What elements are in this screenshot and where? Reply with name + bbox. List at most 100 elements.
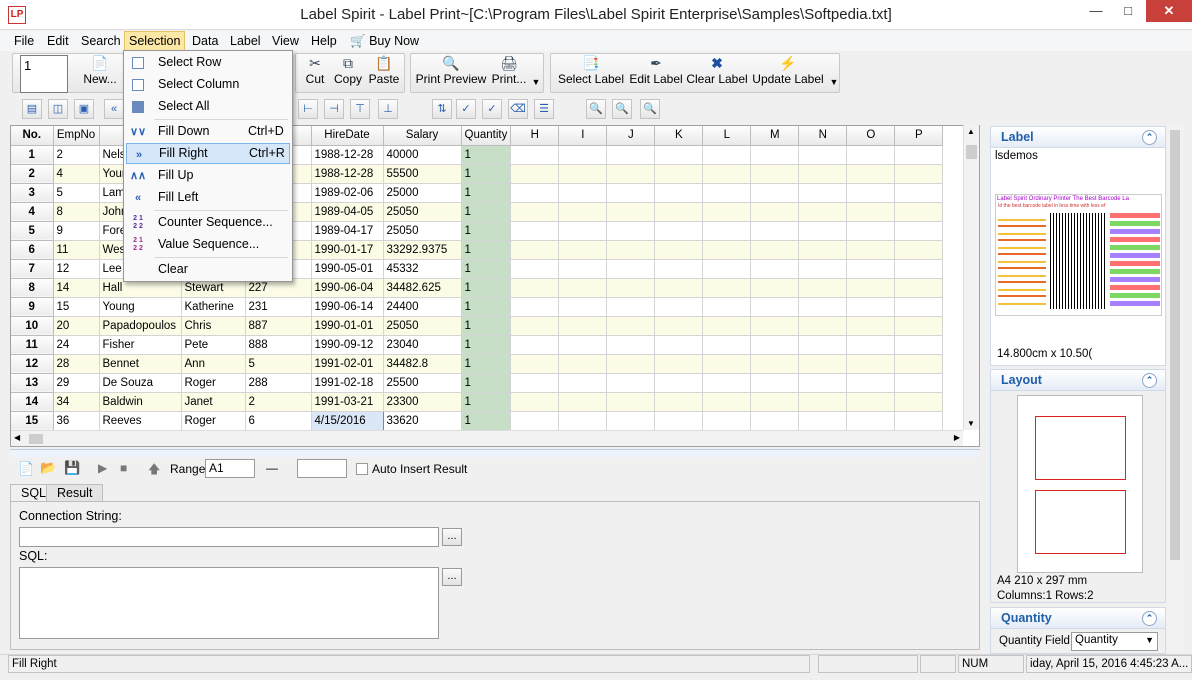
- print-button[interactable]: 🖨 Print...: [490, 54, 528, 90]
- menu-selection[interactable]: Selection: [124, 31, 186, 51]
- grid-cell[interactable]: 1990-09-12: [311, 335, 384, 355]
- grid-cell[interactable]: [702, 316, 752, 336]
- grid-cell[interactable]: [798, 411, 848, 431]
- grid-cell[interactable]: Roger: [181, 411, 246, 431]
- grid-cell[interactable]: [798, 392, 848, 412]
- grid-cell[interactable]: 1990-06-04: [311, 278, 384, 298]
- col-header-o[interactable]: O: [846, 126, 896, 146]
- grid-cell[interactable]: [510, 259, 560, 279]
- range-end-input[interactable]: [297, 459, 347, 478]
- open-folder-icon[interactable]: 📂: [40, 460, 56, 476]
- grid-cell[interactable]: [894, 259, 944, 279]
- grid-cell[interactable]: [654, 297, 704, 317]
- insert-column-icon[interactable]: ⊣: [324, 99, 344, 119]
- grid-cell[interactable]: 1: [461, 373, 512, 393]
- grid-cell[interactable]: [654, 202, 704, 222]
- update-label-button[interactable]: ⚡ Update Label: [750, 54, 826, 90]
- grid-cell[interactable]: 9: [53, 221, 100, 241]
- table-row[interactable]: 10 20 Papadopoulos Chris 887 1990-01-01 25050 1: [11, 316, 944, 336]
- upload-arrow-icon[interactable]: 🡅: [148, 460, 160, 481]
- sql-browse-button[interactable]: ...: [442, 568, 462, 586]
- grid-cell[interactable]: [846, 373, 896, 393]
- menu-edit[interactable]: Edit: [43, 31, 73, 51]
- grid-vertical-scrollbar[interactable]: ▲ ▼: [963, 125, 979, 430]
- grid-cell[interactable]: [750, 240, 800, 260]
- row-number[interactable]: 14: [11, 392, 54, 412]
- table-row[interactable]: 13 29 De Souza Roger 288 1991-02-18 25500 1: [11, 373, 944, 393]
- menu-item-fill-down[interactable]: ∨∨ Fill Down Ctrl+D: [126, 121, 290, 142]
- grid-cell[interactable]: 1: [461, 259, 512, 279]
- grid-cell[interactable]: 24: [53, 335, 100, 355]
- row-number[interactable]: 12: [11, 354, 54, 374]
- row-number[interactable]: 9: [11, 297, 54, 317]
- menu-buy-now[interactable]: 🛒 Buy Now: [346, 31, 423, 51]
- menu-file[interactable]: File: [10, 31, 38, 51]
- grid-cell[interactable]: [654, 240, 704, 260]
- grid-cell[interactable]: 1: [461, 335, 512, 355]
- grid-cell[interactable]: [702, 221, 752, 241]
- grid-cell[interactable]: [510, 164, 560, 184]
- grid-cell[interactable]: 12: [53, 259, 100, 279]
- grid-cell[interactable]: 1990-01-17: [311, 240, 384, 260]
- grid-cell[interactable]: [654, 392, 704, 412]
- grid-cell[interactable]: [510, 392, 560, 412]
- grid-cell[interactable]: Bennet: [99, 354, 182, 374]
- grid-cell[interactable]: [510, 373, 560, 393]
- menu-item-fill-right[interactable]: » Fill Right Ctrl+R: [126, 143, 290, 164]
- grid-cell[interactable]: [510, 316, 560, 336]
- row-number[interactable]: 8: [11, 278, 54, 298]
- grid-cell[interactable]: 888: [245, 335, 312, 355]
- grid-cell[interactable]: 1: [461, 411, 512, 431]
- grid-cell[interactable]: [894, 202, 944, 222]
- grid-cell[interactable]: [702, 259, 752, 279]
- grid-cell[interactable]: [558, 297, 608, 317]
- print-preview-button[interactable]: 🔍 Print Preview: [414, 54, 488, 90]
- column-view-icon[interactable]: ◫: [48, 99, 68, 119]
- grid-cell[interactable]: [654, 221, 704, 241]
- scroll-left-icon[interactable]: ◀: [14, 433, 20, 442]
- grid-cell[interactable]: [846, 259, 896, 279]
- grid-cell[interactable]: 23300: [383, 392, 462, 412]
- grid-cell[interactable]: [798, 202, 848, 222]
- grid-cell[interactable]: 11: [53, 240, 100, 260]
- col-header-salary[interactable]: Salary: [383, 126, 462, 146]
- scroll-down-icon[interactable]: ▼: [967, 419, 975, 428]
- maximize-icon[interactable]: □: [1112, 0, 1144, 22]
- grid-cell[interactable]: [606, 316, 656, 336]
- grid-cell[interactable]: [846, 202, 896, 222]
- grid-cell[interactable]: [894, 164, 944, 184]
- grid-cell[interactable]: 1989-04-17: [311, 221, 384, 241]
- grid-cell[interactable]: [894, 316, 944, 336]
- grid-hscroll-thumb[interactable]: [29, 434, 43, 444]
- grid-cell[interactable]: [558, 183, 608, 203]
- grid-cell[interactable]: 4/15/2016: [310, 410, 384, 431]
- grid-cell[interactable]: [702, 297, 752, 317]
- grid-cell[interactable]: [750, 278, 800, 298]
- grid-cell[interactable]: [798, 335, 848, 355]
- menu-view[interactable]: View: [268, 31, 303, 51]
- filter-clear-icon[interactable]: ⌫: [508, 99, 528, 119]
- grid-cell[interactable]: [846, 278, 896, 298]
- grid-cell[interactable]: [894, 183, 944, 203]
- grid-cell[interactable]: [894, 278, 944, 298]
- grid-cell[interactable]: [846, 240, 896, 260]
- save-icon[interactable]: 💾: [64, 460, 80, 476]
- layout-panel-header[interactable]: Layout ⌃: [990, 369, 1166, 391]
- grid-cell[interactable]: [894, 145, 944, 165]
- paste-button[interactable]: 📋 Paste: [366, 54, 402, 90]
- col-header-empno[interactable]: EmpNo: [53, 126, 100, 146]
- grid-cell[interactable]: [654, 335, 704, 355]
- edit-label-button[interactable]: ✒ Edit Label: [628, 54, 684, 90]
- grid-cell[interactable]: [510, 183, 560, 203]
- grid-cell[interactable]: [510, 354, 560, 374]
- grid-cell[interactable]: [798, 297, 848, 317]
- grid-cell[interactable]: 1988-12-28: [311, 164, 384, 184]
- grid-cell[interactable]: 6: [245, 411, 312, 431]
- grid-cell[interactable]: 25500: [383, 373, 462, 393]
- grid-cell[interactable]: 24400: [383, 297, 462, 317]
- grid-cell[interactable]: [558, 392, 608, 412]
- copy-button[interactable]: ⧉ Copy: [332, 54, 364, 90]
- grid-cell[interactable]: 1990-05-01: [311, 259, 384, 279]
- menu-help[interactable]: Help: [307, 31, 341, 51]
- grid-cell[interactable]: [558, 316, 608, 336]
